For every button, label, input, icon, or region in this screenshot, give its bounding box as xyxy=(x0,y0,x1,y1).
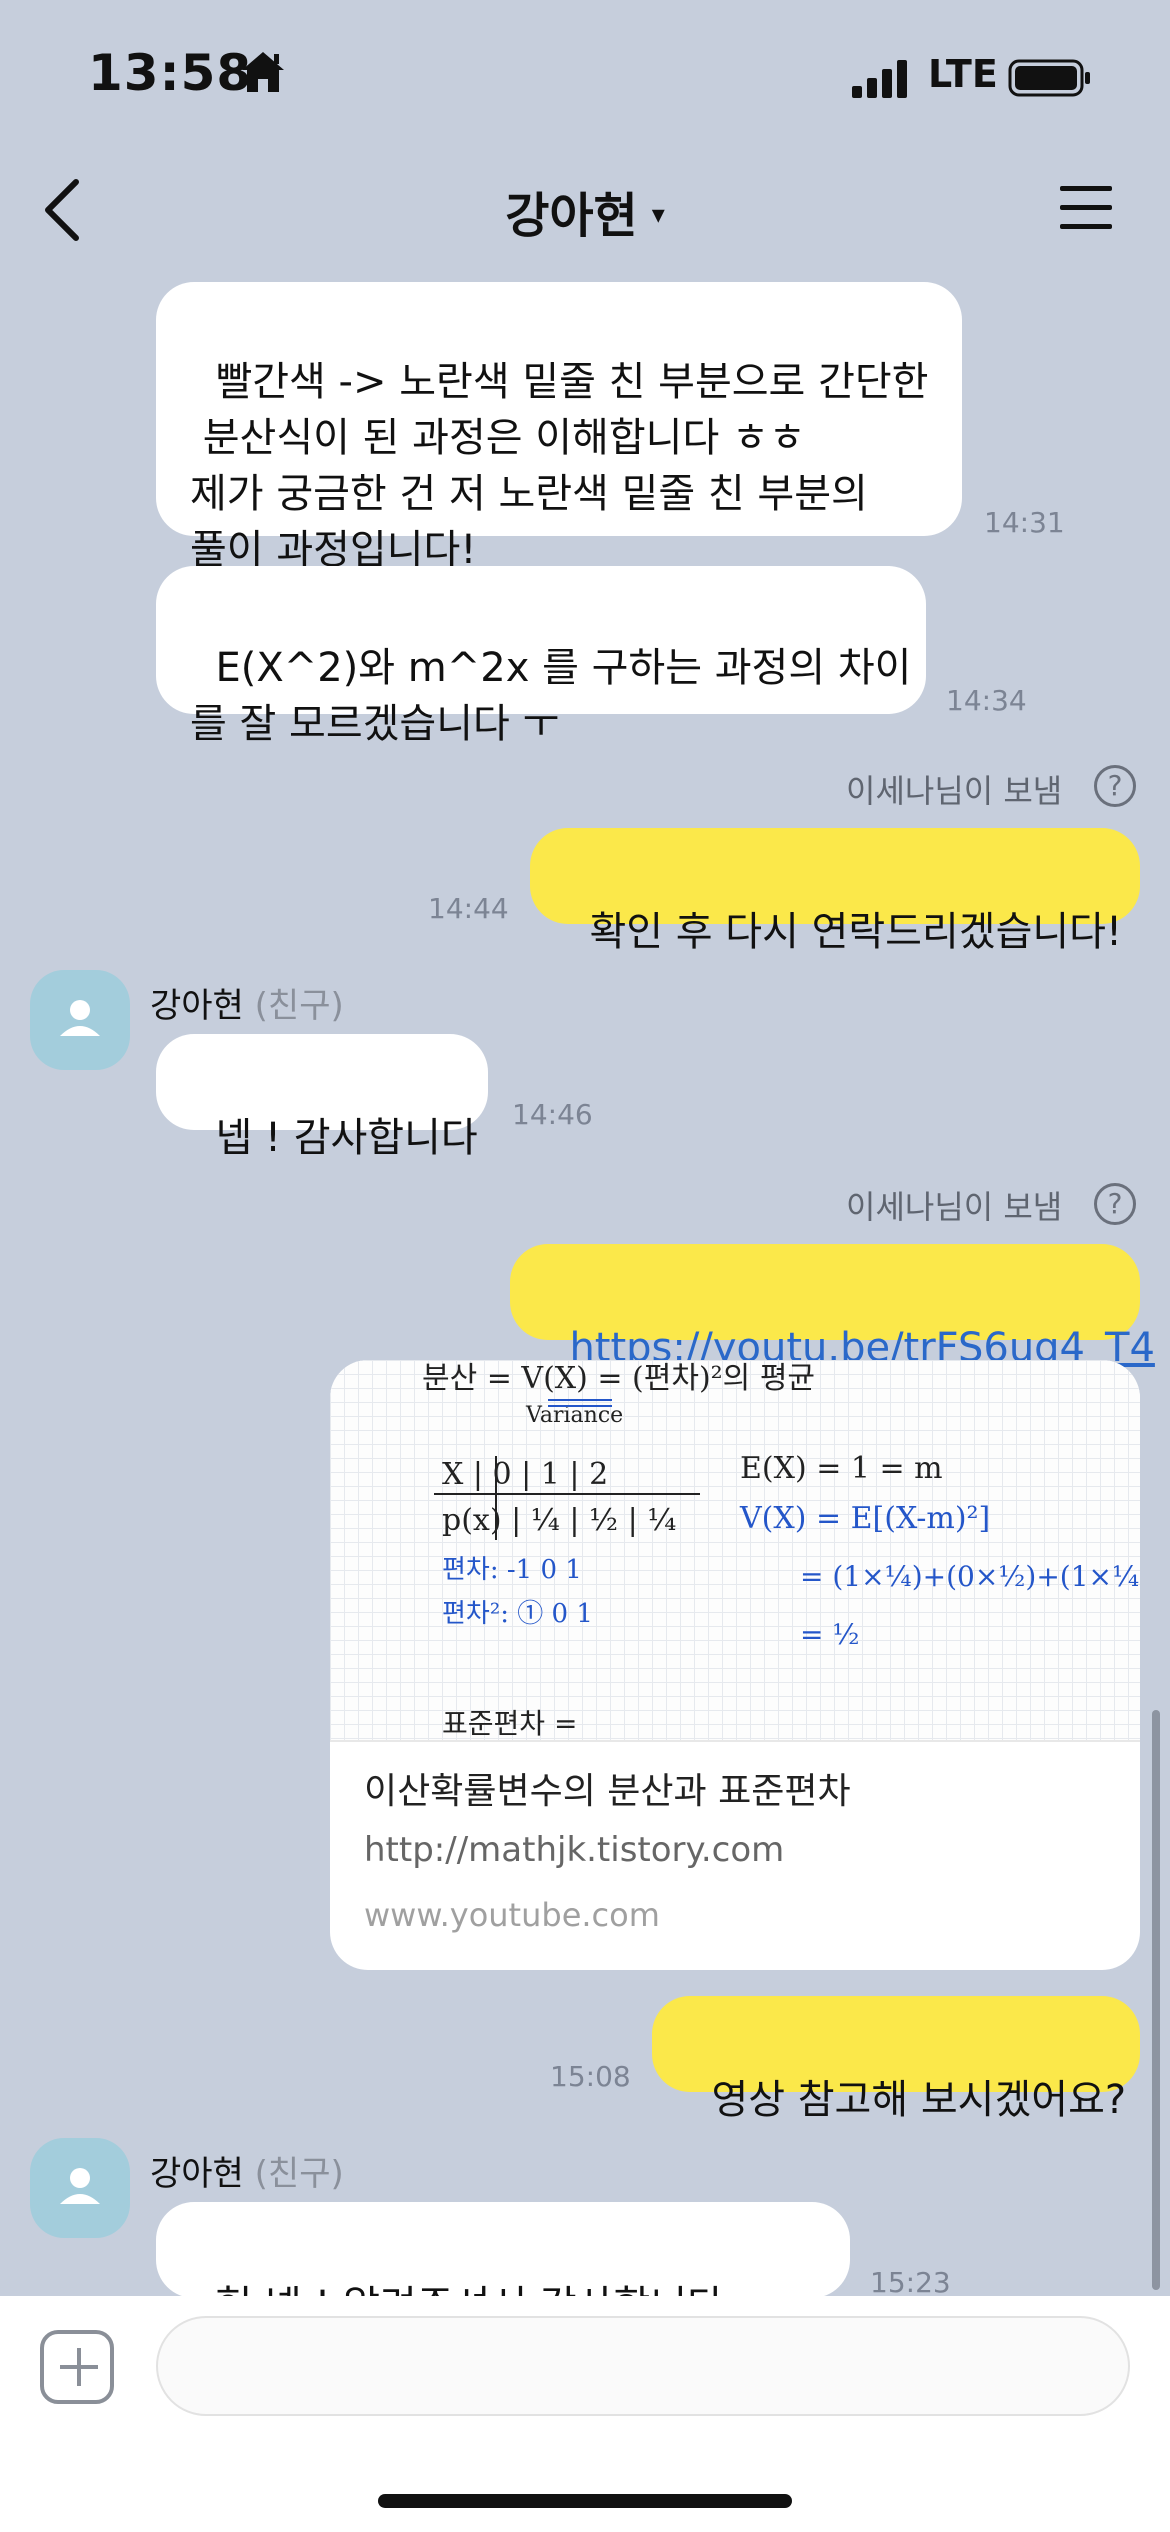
thumb-line: = ½ xyxy=(800,1618,860,1651)
chat-header: 강아현 ▾ xyxy=(0,150,1170,270)
home-icon xyxy=(242,52,284,92)
thumb-line: X | 0 | 1 | 2 xyxy=(442,1457,608,1492)
card-title: 이산확률변수의 분산과 표준편차 xyxy=(364,1771,851,1812)
friend-name: 강아현 (친구) xyxy=(150,2146,344,2195)
network-label: LTE xyxy=(928,52,998,96)
add-attachment-button[interactable] xyxy=(40,2330,114,2404)
message-bubble-incoming[interactable]: 넵 ! 감사합니다 xyxy=(156,1034,488,1161)
message-input[interactable] xyxy=(156,2316,1130,2416)
status-bar: 13:58 LTE xyxy=(0,0,1170,150)
sent-by-note: 이세나님이 보냄 xyxy=(846,772,1063,810)
friend-name-text: 강아현 xyxy=(150,2154,244,2194)
help-icon[interactable]: ? xyxy=(1094,1183,1136,1225)
link-preview-card[interactable]: 분산 = V(X) = (편차)²의 평균 Variance X | 0 | 1… xyxy=(330,1360,1140,1970)
default-profile-icon xyxy=(60,1000,100,1036)
message-text: 빨간색 -> 노란색 밑줄 친 부분으로 간단한 분산식이 된 과정은 이해합니… xyxy=(190,359,929,573)
message-bubble-incoming[interactable]: E(X^2)와 m^2x 를 구하는 과정의 차이 를 잘 모르겠습니다 ㅜ xyxy=(156,566,926,747)
thumb-line: 편차²: ① 0 1 xyxy=(442,1599,593,1629)
message-time: 14:44 xyxy=(428,892,509,925)
thumb-line: 표준편차 = xyxy=(442,1707,577,1740)
message-bubble-outgoing[interactable]: 확인 후 다시 연락드리겠습니다! xyxy=(530,828,1140,955)
signal-icon xyxy=(852,60,907,98)
menu-icon[interactable] xyxy=(1058,182,1114,234)
scrollbar-thumb[interactable] xyxy=(1152,1710,1160,2290)
chevron-down-icon: ▾ xyxy=(651,200,665,230)
message-text: 넵 ! 감사합니다 xyxy=(215,1115,478,1161)
home-indicator xyxy=(378,2494,792,2508)
message-time: 15:08 xyxy=(550,2060,631,2093)
avatar[interactable] xyxy=(30,970,130,1070)
battery-icon xyxy=(1008,59,1090,97)
message-bubble-outgoing[interactable]: https://youtu.be/trFS6ug4_T4 xyxy=(510,1244,1155,1371)
card-domain: www.youtube.com xyxy=(364,1896,660,1934)
default-profile-icon xyxy=(60,2168,100,2204)
thumb-line: V(X) = E[(X-m)²] xyxy=(739,1501,990,1536)
message-time: 15:23 xyxy=(870,2266,951,2299)
message-time: 14:46 xyxy=(512,1098,593,1131)
avatar[interactable] xyxy=(30,2138,130,2238)
chat-title[interactable]: 강아현 ▾ xyxy=(0,176,1170,246)
message-text: 영상 참고해 보시겠어요? xyxy=(711,2077,1127,2123)
friend-tag: (친구) xyxy=(254,986,344,1026)
thumb-line: E(X) = 1 = m xyxy=(740,1451,943,1486)
thumb-line: 편차: -1 0 1 xyxy=(442,1555,582,1585)
message-time: 14:31 xyxy=(984,506,1065,539)
thumb-line: 분산 = V(X) = (편차)²의 평균 xyxy=(422,1361,815,1396)
sent-by-note: 이세나님이 보냄 xyxy=(846,1188,1063,1226)
card-description: http://mathjk.tistory.com xyxy=(364,1830,785,1870)
message-bubble-incoming[interactable]: 빨간색 -> 노란색 밑줄 친 부분으로 간단한 분산식이 된 과정은 이해합니… xyxy=(156,282,962,573)
message-text: 확인 후 다시 연락드리겠습니다! xyxy=(589,909,1123,955)
thumb-line: p(x) | ¼ | ½ | ¼ xyxy=(442,1503,676,1538)
friend-name-text: 강아현 xyxy=(150,986,244,1026)
message-bubble-outgoing[interactable]: 영상 참고해 보시겠어요? xyxy=(652,1996,1140,2123)
message-bubble-incoming[interactable]: 헉 넵 ! 알려주셔서 감사합니다 ㅠㅠ xyxy=(156,2202,850,2329)
message-text: E(X^2)와 m^2x 를 구하는 과정의 차이 를 잘 모르겠습니다 ㅜ xyxy=(190,645,912,747)
handwritten-notes-image: 분산 = V(X) = (편차)²의 평균 Variance X | 0 | 1… xyxy=(422,1361,1140,1740)
chat-title-text: 강아현 xyxy=(505,188,638,244)
friend-name: 강아현 (친구) xyxy=(150,978,344,1027)
status-time: 13:58 xyxy=(88,44,253,102)
message-time: 14:34 xyxy=(946,684,1027,717)
help-icon[interactable]: ? xyxy=(1094,765,1136,807)
thumb-line: = (1×¼)+(0×½)+(1×¼) xyxy=(800,1560,1140,1593)
video-thumbnail[interactable]: 분산 = V(X) = (편차)²의 평균 Variance X | 0 | 1… xyxy=(330,1360,1140,1742)
friend-tag: (친구) xyxy=(254,2154,344,2194)
